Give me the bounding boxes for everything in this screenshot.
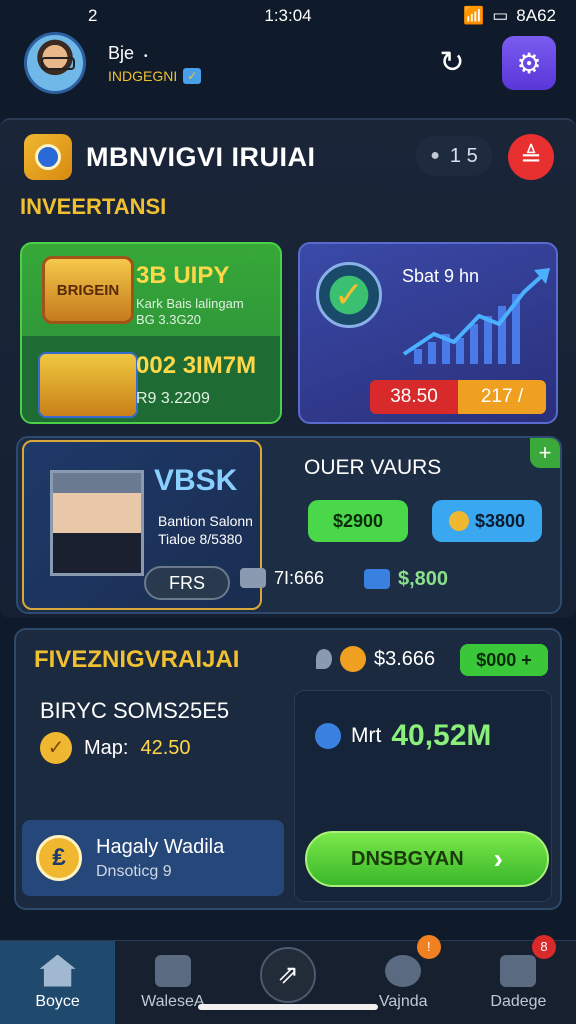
bottom-panel: FIVEZNIGVRAIJAI $3.666 $000 + BIRYC SOMS… xyxy=(14,628,562,910)
status-left: 2 xyxy=(88,6,98,25)
coin-icon xyxy=(340,646,366,672)
cash-register-icon xyxy=(38,352,138,418)
nav-home-label: Boyce xyxy=(35,992,80,1010)
coin-balance: $3.666 xyxy=(316,646,435,672)
notification-badge: ! xyxy=(416,935,441,959)
stat-value: 42.50 xyxy=(140,736,191,759)
verified-icon: ✓ xyxy=(183,67,202,84)
investment-card[interactable]: BRIGEIN 3B UIPY Kark Bais lalingam BG 3.… xyxy=(20,242,282,424)
profile-photo xyxy=(50,470,144,576)
share-icon[interactable]: ⇗ xyxy=(260,946,316,1003)
user-subtitle: INDGEGNI ✓ xyxy=(108,67,202,84)
section-label: INVEERTANSI xyxy=(20,194,167,219)
panel-title: MBNVIGVI IRUIAI xyxy=(86,141,316,172)
cta-label: DNSBGYAN xyxy=(351,847,464,870)
battery-icon: ▭ xyxy=(492,6,509,25)
pin-icon xyxy=(316,649,332,669)
nav-wallet[interactable]: WaleseA xyxy=(115,941,230,1024)
add-funds-button[interactable]: $000 + xyxy=(460,644,548,676)
menu-icon xyxy=(500,954,537,987)
nav-home[interactable]: Boyce xyxy=(0,941,116,1024)
shield-icon xyxy=(24,134,72,180)
market-value: 40,52M xyxy=(391,719,492,752)
bottom-panel-title: FIVEZNIGVRAIJAI xyxy=(34,646,240,673)
nav-menu-label: Dadege xyxy=(490,992,547,1010)
camera-icon xyxy=(240,568,266,588)
avatar[interactable] xyxy=(24,32,86,94)
market-label: Mrt xyxy=(351,724,382,747)
check-coin-icon: ✓ xyxy=(40,732,72,764)
profile-subtitle: Bantion Salonn Tialoe 8/5380 xyxy=(158,513,253,547)
wallet-card[interactable]: ₤ Hagaly Wadila Dnsoticg 9 xyxy=(22,820,284,896)
profile-name: VBSK xyxy=(154,464,238,497)
home-icon xyxy=(39,954,76,987)
people-icon: ● xyxy=(430,147,440,164)
chart-label: Sbat 9 hn xyxy=(402,266,480,286)
status-icons: 📶 ▭ 8A62 xyxy=(463,6,556,26)
notification-badge: 8 xyxy=(532,935,557,959)
globe-icon xyxy=(315,723,341,749)
nav-center[interactable]: ⇗ xyxy=(230,941,345,1024)
wallet-subtitle: Dnsoticg 9 xyxy=(96,862,172,880)
counter-pill[interactable]: ● 1 5 xyxy=(416,136,492,176)
checkmark-icon: ✓ xyxy=(316,262,382,328)
battery-text: 8A62 xyxy=(516,6,556,25)
profile-card[interactable]: VBSK Bantion Salonn Tialoe 8/5380 FRS xyxy=(22,440,262,610)
stat-title: BIRYC SOMS25E5 xyxy=(40,698,230,723)
gear-icon xyxy=(385,954,422,987)
bottom-nav: Boyce WaleseA ⇗ ! Vajnda 8 Dadege xyxy=(0,935,576,1024)
investment-top-sub2: BG 3.3G20 xyxy=(136,312,202,327)
profile-button[interactable]: FRS xyxy=(144,566,230,600)
values-title: OUER VAURS xyxy=(304,456,442,479)
top-actions: ↻ ⚙ xyxy=(432,36,556,90)
nav-menu[interactable]: 8 Dadege xyxy=(461,935,576,1024)
chart-orange-button[interactable]: 217 / xyxy=(458,380,546,414)
market-box: Mrt 40,52M DNSBGYAN › xyxy=(294,690,552,902)
nav-vajnda-label: Vajnda xyxy=(378,992,428,1010)
arrow-right-icon: › xyxy=(493,843,503,874)
coin-icon xyxy=(448,511,469,531)
investment-bottom-sub: R9 3.2209 xyxy=(136,390,210,407)
investment-top: BRIGEIN 3B UIPY Kark Bais lalingam BG 3.… xyxy=(22,244,280,334)
wallet-text: Hagaly Wadila Dnsoticg 9 xyxy=(96,836,224,881)
wifi-icon: 📶 xyxy=(463,6,485,25)
investment-bottom-value: 002 3IM7M xyxy=(136,352,257,379)
counter-value: 1 5 xyxy=(449,144,478,167)
stat-time: 7I:666 xyxy=(240,568,324,589)
market-row: Mrt 40,52M xyxy=(315,719,491,753)
currency-icon: ₤ xyxy=(36,835,82,881)
gear-icon: ⚙ xyxy=(516,47,542,79)
value-pill-green[interactable]: $2900 xyxy=(308,500,408,542)
home-indicator xyxy=(198,1004,378,1010)
investment-top-sub1: Kark Bais lalingam xyxy=(136,296,244,311)
settings-button[interactable]: ⚙ xyxy=(502,36,556,90)
nav-wallet-label: WaleseA xyxy=(141,992,205,1010)
cube-icon xyxy=(364,569,390,589)
refresh-icon[interactable]: ↻ xyxy=(432,43,472,83)
badge-icon: BRIGEIN xyxy=(42,256,134,324)
cta-button[interactable]: DNSBGYAN › xyxy=(305,831,549,887)
chart-red-button[interactable]: 38.50 xyxy=(370,380,458,414)
nav-vajnda[interactable]: ! Vajnda xyxy=(346,935,461,1024)
status-time: 1:3:04 xyxy=(264,6,312,25)
wallet-title: Hagaly Wadila xyxy=(96,835,225,858)
stat-row: ✓ Map: 42.50 xyxy=(40,732,191,764)
add-corner-button[interactable]: + xyxy=(530,438,560,468)
panel-header: MBNVIGVI IRUIAI xyxy=(24,134,316,180)
stat-cash: $,800 xyxy=(364,568,448,591)
main-panel: MBNVIGVI IRUIAI ● 1 5 ≜ INVEERTANSI BRIG… xyxy=(0,118,576,618)
top-bar: Bje • INDGEGNI ✓ ↻ ⚙ xyxy=(0,24,576,102)
growth-chart-card[interactable]: ✓ Sbat 9 hn 38.50 217 / xyxy=(298,242,558,424)
wallet-icon xyxy=(154,954,191,987)
investment-bottom: 002 3IM7M R9 3.2209 xyxy=(22,336,280,422)
user-name: Bje • xyxy=(108,42,148,63)
profile-row: VBSK Bantion Salonn Tialoe 8/5380 FRS OU… xyxy=(16,436,562,614)
alert-button[interactable]: ≜ xyxy=(508,134,554,180)
stat-label: Map: xyxy=(84,736,129,759)
user-info: Bje • INDGEGNI ✓ xyxy=(108,42,202,84)
status-dot: • xyxy=(144,50,148,62)
investment-top-value: 3B UIPY xyxy=(136,262,230,289)
value-pill-blue[interactable]: $3800 xyxy=(432,500,542,542)
